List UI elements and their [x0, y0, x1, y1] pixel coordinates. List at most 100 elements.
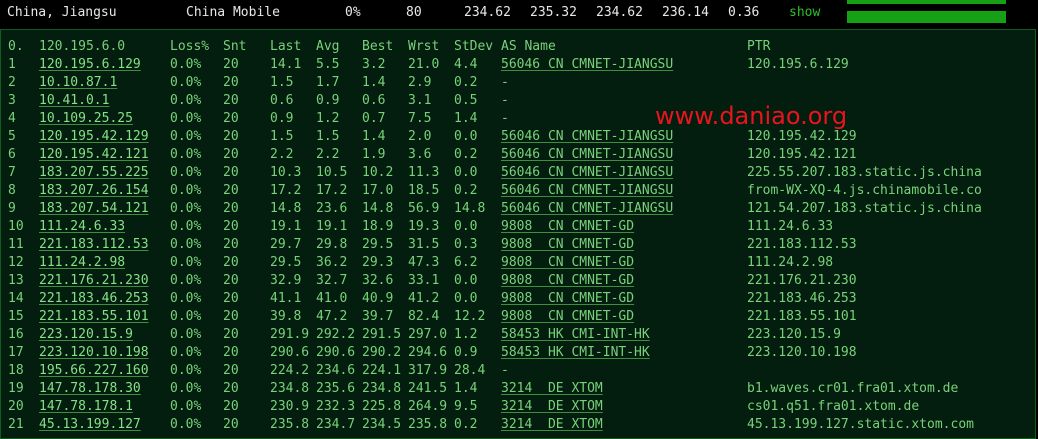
hop-worst: 235.8 — [408, 417, 448, 432]
hop-avg: 41.0 — [316, 291, 348, 306]
hop-as-name[interactable]: 3214 DE XTOM — [501, 380, 603, 398]
hop-best: 224.1 — [362, 363, 402, 378]
hop-host-link[interactable]: 183.207.26.154 — [39, 182, 149, 200]
column-as-name: AS Name — [501, 39, 556, 54]
hop-stdev: 0.2 — [454, 417, 478, 432]
hop-as-name[interactable]: 56046 CN CMNET-JIANGSU — [501, 164, 673, 182]
hop-stdev: 0.0 — [454, 273, 478, 288]
hop-avg: 23.6 — [316, 201, 348, 216]
hop-host-link[interactable]: 223.120.15.9 — [39, 326, 133, 344]
summary-stdev: 0.36 — [728, 5, 760, 20]
hop-as-name[interactable]: 56046 CN CMNET-JIANGSU — [501, 128, 673, 146]
hop-row: 21 45.13.199.127 0.0% 20 235.8 234.7 234.5 235.… — [1, 416, 1037, 434]
hop-worst: 264.9 — [408, 399, 448, 414]
hop-as-name[interactable]: 9808 CN CMNET-GD — [501, 236, 634, 254]
column-stdev: StDev — [454, 39, 494, 54]
hop-index: 20 — [8, 399, 24, 414]
hop-sent: 20 — [223, 309, 239, 324]
hop-last: 14.1 — [270, 57, 302, 72]
hop-last: 29.7 — [270, 237, 302, 252]
hop-sent: 20 — [223, 201, 239, 216]
hop-row: 20 147.78.178.1 0.0% 20 230.9 232.3 225.8 264.9… — [1, 398, 1037, 416]
hop-loss: 0.0% — [170, 183, 202, 198]
hop-worst: 3.1 — [408, 93, 432, 108]
hop-best: 18.9 — [362, 219, 394, 234]
hop-as-name[interactable]: 9808 CN CMNET-GD — [501, 218, 634, 236]
hop-host-link[interactable]: 183.207.55.225 — [39, 164, 149, 182]
hop-stdev: 14.8 — [454, 201, 486, 216]
hop-host-link[interactable]: 10.10.87.1 — [39, 74, 117, 92]
hop-host-link[interactable]: 120.195.6.129 — [39, 56, 141, 74]
hop-stdev: 0.0 — [454, 129, 478, 144]
hop-index: 12 — [8, 255, 24, 270]
latency-bar-top — [847, 0, 1006, 4]
hop-index: 8 — [8, 183, 16, 198]
hop-avg: 19.1 — [316, 219, 348, 234]
hop-as-name[interactable]: 58453 HK CMI-INT-HK — [501, 326, 650, 344]
summary-row: China, Jiangsu China Mobile 0% 80 234.62… — [0, 0, 1038, 26]
hop-index: 5 — [8, 129, 16, 144]
hop-as-name[interactable]: 56046 CN CMNET-JIANGSU — [501, 56, 673, 74]
hop-sent: 20 — [223, 417, 239, 432]
hop-host-link[interactable]: 221.183.112.53 — [39, 236, 149, 254]
hop-host-link[interactable]: 195.66.227.160 — [39, 362, 149, 380]
hop-host-link[interactable]: 10.41.0.1 — [39, 92, 109, 110]
hop-row: 8 183.207.26.154 0.0% 20 17.2 17.2 17.0 18.5 0.2… — [1, 182, 1037, 200]
hop-best: 234.5 — [362, 417, 402, 432]
hop-host-link[interactable]: 223.120.10.198 — [39, 344, 149, 362]
hop-worst: 47.3 — [408, 255, 440, 270]
hop-as-name[interactable]: 3214 DE XTOM — [501, 416, 603, 434]
hop-last: 1.5 — [270, 75, 294, 90]
hop-ptr: 111.24.6.33 — [747, 219, 834, 234]
isp-label: China Mobile — [186, 5, 280, 20]
hop-as-name[interactable]: 58453 HK CMI-INT-HK — [501, 344, 650, 362]
hop-worst: 56.9 — [408, 201, 440, 216]
hop-as-name[interactable]: 56046 CN CMNET-JIANGSU — [501, 182, 673, 200]
hop-worst: 241.5 — [408, 381, 448, 396]
hop-as-name[interactable]: 9808 CN CMNET-GD — [501, 254, 634, 272]
hop-host-link[interactable]: 221.183.46.253 — [39, 290, 149, 308]
hop-as-name[interactable]: 9808 CN CMNET-GD — [501, 308, 634, 326]
hop-host-link[interactable]: 111.24.2.98 — [39, 254, 125, 272]
hop-best: 29.5 — [362, 237, 394, 252]
hop-host-link[interactable]: 45.13.199.127 — [39, 416, 141, 434]
hop-host-link[interactable]: 120.195.42.129 — [39, 128, 149, 146]
hop-index: 10 — [8, 219, 24, 234]
hop-as-name[interactable]: 56046 CN CMNET-JIANGSU — [501, 200, 673, 218]
hop-as-name[interactable]: 56046 CN CMNET-JIANGSU — [501, 146, 673, 164]
hop-best: 10.2 — [362, 165, 394, 180]
hop-last: 291.9 — [270, 327, 310, 342]
column-best: Best — [362, 39, 394, 54]
hop-sent: 20 — [223, 219, 239, 234]
hop-ptr: 120.195.6.129 — [747, 57, 849, 72]
hop-row: 1 120.195.6.129 0.0% 20 14.1 5.5 3.2 21.0 4.4 560… — [1, 56, 1037, 74]
hop-worst: 19.3 — [408, 219, 440, 234]
hop-as-name[interactable]: 3214 DE XTOM — [501, 398, 603, 416]
hop-as-name[interactable]: 9808 CN CMNET-GD — [501, 290, 634, 308]
hop-loss: 0.0% — [170, 273, 202, 288]
hop-row: 15 221.183.55.101 0.0% 20 39.8 47.2 39.7 82.4 12… — [1, 308, 1037, 326]
show-link[interactable]: show — [789, 5, 820, 21]
hop-stdev: 0.0 — [454, 165, 478, 180]
column-loss: Loss% — [170, 39, 210, 54]
hop-as-name[interactable]: 9808 CN CMNET-GD — [501, 272, 634, 290]
hop-host-link[interactable]: 111.24.6.33 — [39, 218, 125, 236]
hop-host-link[interactable]: 10.109.25.25 — [39, 110, 133, 128]
hop-host-link[interactable]: 147.78.178.30 — [39, 380, 141, 398]
hop-host-link[interactable]: 183.207.54.121 — [39, 200, 149, 218]
hop-as-name: - — [501, 75, 509, 90]
hop-host-link[interactable]: 221.176.21.230 — [39, 272, 149, 290]
latency-bar — [847, 11, 1006, 23]
hop-best: 0.7 — [362, 111, 386, 126]
hop-avg: 1.2 — [316, 111, 340, 126]
hop-last: 230.9 — [270, 399, 310, 414]
column-index: 0. — [8, 39, 24, 54]
hop-stdev: 6.2 — [454, 255, 478, 270]
hop-host-link[interactable]: 120.195.42.121 — [39, 146, 149, 164]
hop-host-link[interactable]: 147.78.178.1 — [39, 398, 133, 416]
hop-last: 235.8 — [270, 417, 310, 432]
hop-row: 14 221.183.46.253 0.0% 20 41.1 41.0 40.9 41.2 0.… — [1, 290, 1037, 308]
hop-stdev: 0.2 — [454, 183, 478, 198]
hop-avg: 17.2 — [316, 183, 348, 198]
hop-host-link[interactable]: 221.183.55.101 — [39, 308, 149, 326]
